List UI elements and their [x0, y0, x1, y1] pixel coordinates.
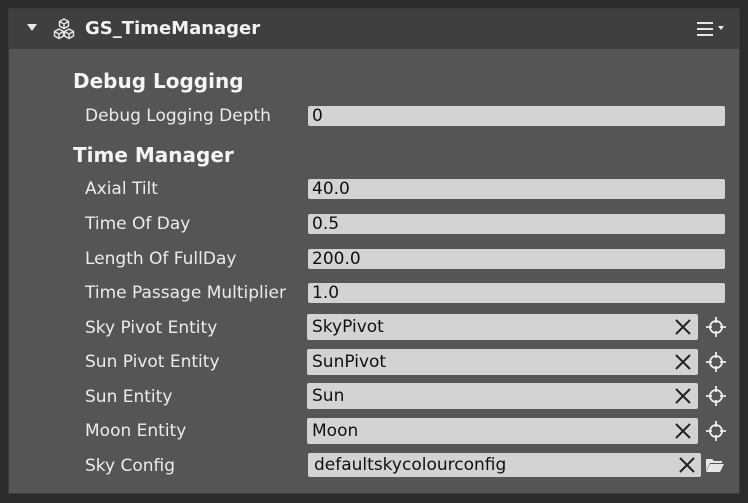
component-title: GS_TimeManager — [85, 18, 261, 39]
sun-entity-field[interactable]: Sun — [307, 383, 698, 409]
moon-entity-field[interactable]: Moon — [307, 418, 698, 444]
hamburger-menu-icon[interactable] — [697, 19, 729, 39]
clear-icon[interactable] — [674, 353, 692, 371]
collapse-arrow-icon[interactable] — [27, 24, 37, 31]
component-panel: GS_TimeManager Debug Logging Debug Loggi… — [8, 8, 740, 494]
label-length-of-full-day: Length Of FullDay — [85, 249, 237, 269]
clear-icon[interactable] — [674, 318, 692, 336]
debug-logging-depth-field[interactable] — [308, 106, 725, 126]
sky-config-field[interactable]: defaultskycolourconfig — [308, 453, 701, 477]
time-passage-multiplier-field[interactable] — [308, 283, 725, 303]
label-sun-entity: Sun Entity — [85, 387, 173, 407]
entity-picker-icon[interactable] — [705, 420, 727, 442]
entity-picker-icon[interactable] — [705, 351, 727, 373]
group-title-debug-logging: Debug Logging — [73, 69, 244, 93]
sky-pivot-entity-field[interactable]: SkyPivot — [307, 314, 698, 340]
length-of-full-day-field[interactable] — [308, 249, 725, 269]
sun-pivot-entity-field[interactable]: SunPivot — [307, 349, 698, 375]
label-axial-tilt: Axial Tilt — [85, 179, 158, 199]
clear-icon[interactable] — [674, 387, 692, 405]
label-sun-pivot-entity: Sun Pivot Entity — [85, 352, 220, 372]
time-of-day-field[interactable] — [308, 214, 725, 234]
component-header[interactable]: GS_TimeManager — [9, 9, 739, 49]
sky-pivot-entity-value: SkyPivot — [312, 317, 384, 337]
moon-entity-value: Moon — [312, 421, 359, 441]
folder-open-icon[interactable] — [705, 457, 725, 473]
group-title-time-manager: Time Manager — [73, 143, 234, 167]
sun-pivot-entity-value: SunPivot — [312, 352, 387, 372]
entity-picker-icon[interactable] — [705, 385, 727, 407]
label-time-of-day: Time Of Day — [85, 214, 191, 234]
clear-icon[interactable] — [674, 422, 692, 440]
label-sky-pivot-entity: Sky Pivot Entity — [85, 318, 218, 338]
sky-config-value: defaultskycolourconfig — [314, 455, 507, 475]
cubes-icon — [53, 18, 75, 40]
sun-entity-value: Sun — [312, 386, 345, 406]
entity-picker-icon[interactable] — [705, 316, 727, 338]
axial-tilt-field[interactable] — [308, 179, 725, 199]
label-debug-logging-depth: Debug Logging Depth — [85, 106, 271, 126]
label-time-passage-multiplier: Time Passage Multiplier — [85, 283, 286, 303]
label-moon-entity: Moon Entity — [85, 421, 187, 441]
clear-icon[interactable] — [678, 456, 696, 474]
label-sky-config: Sky Config — [85, 456, 176, 476]
